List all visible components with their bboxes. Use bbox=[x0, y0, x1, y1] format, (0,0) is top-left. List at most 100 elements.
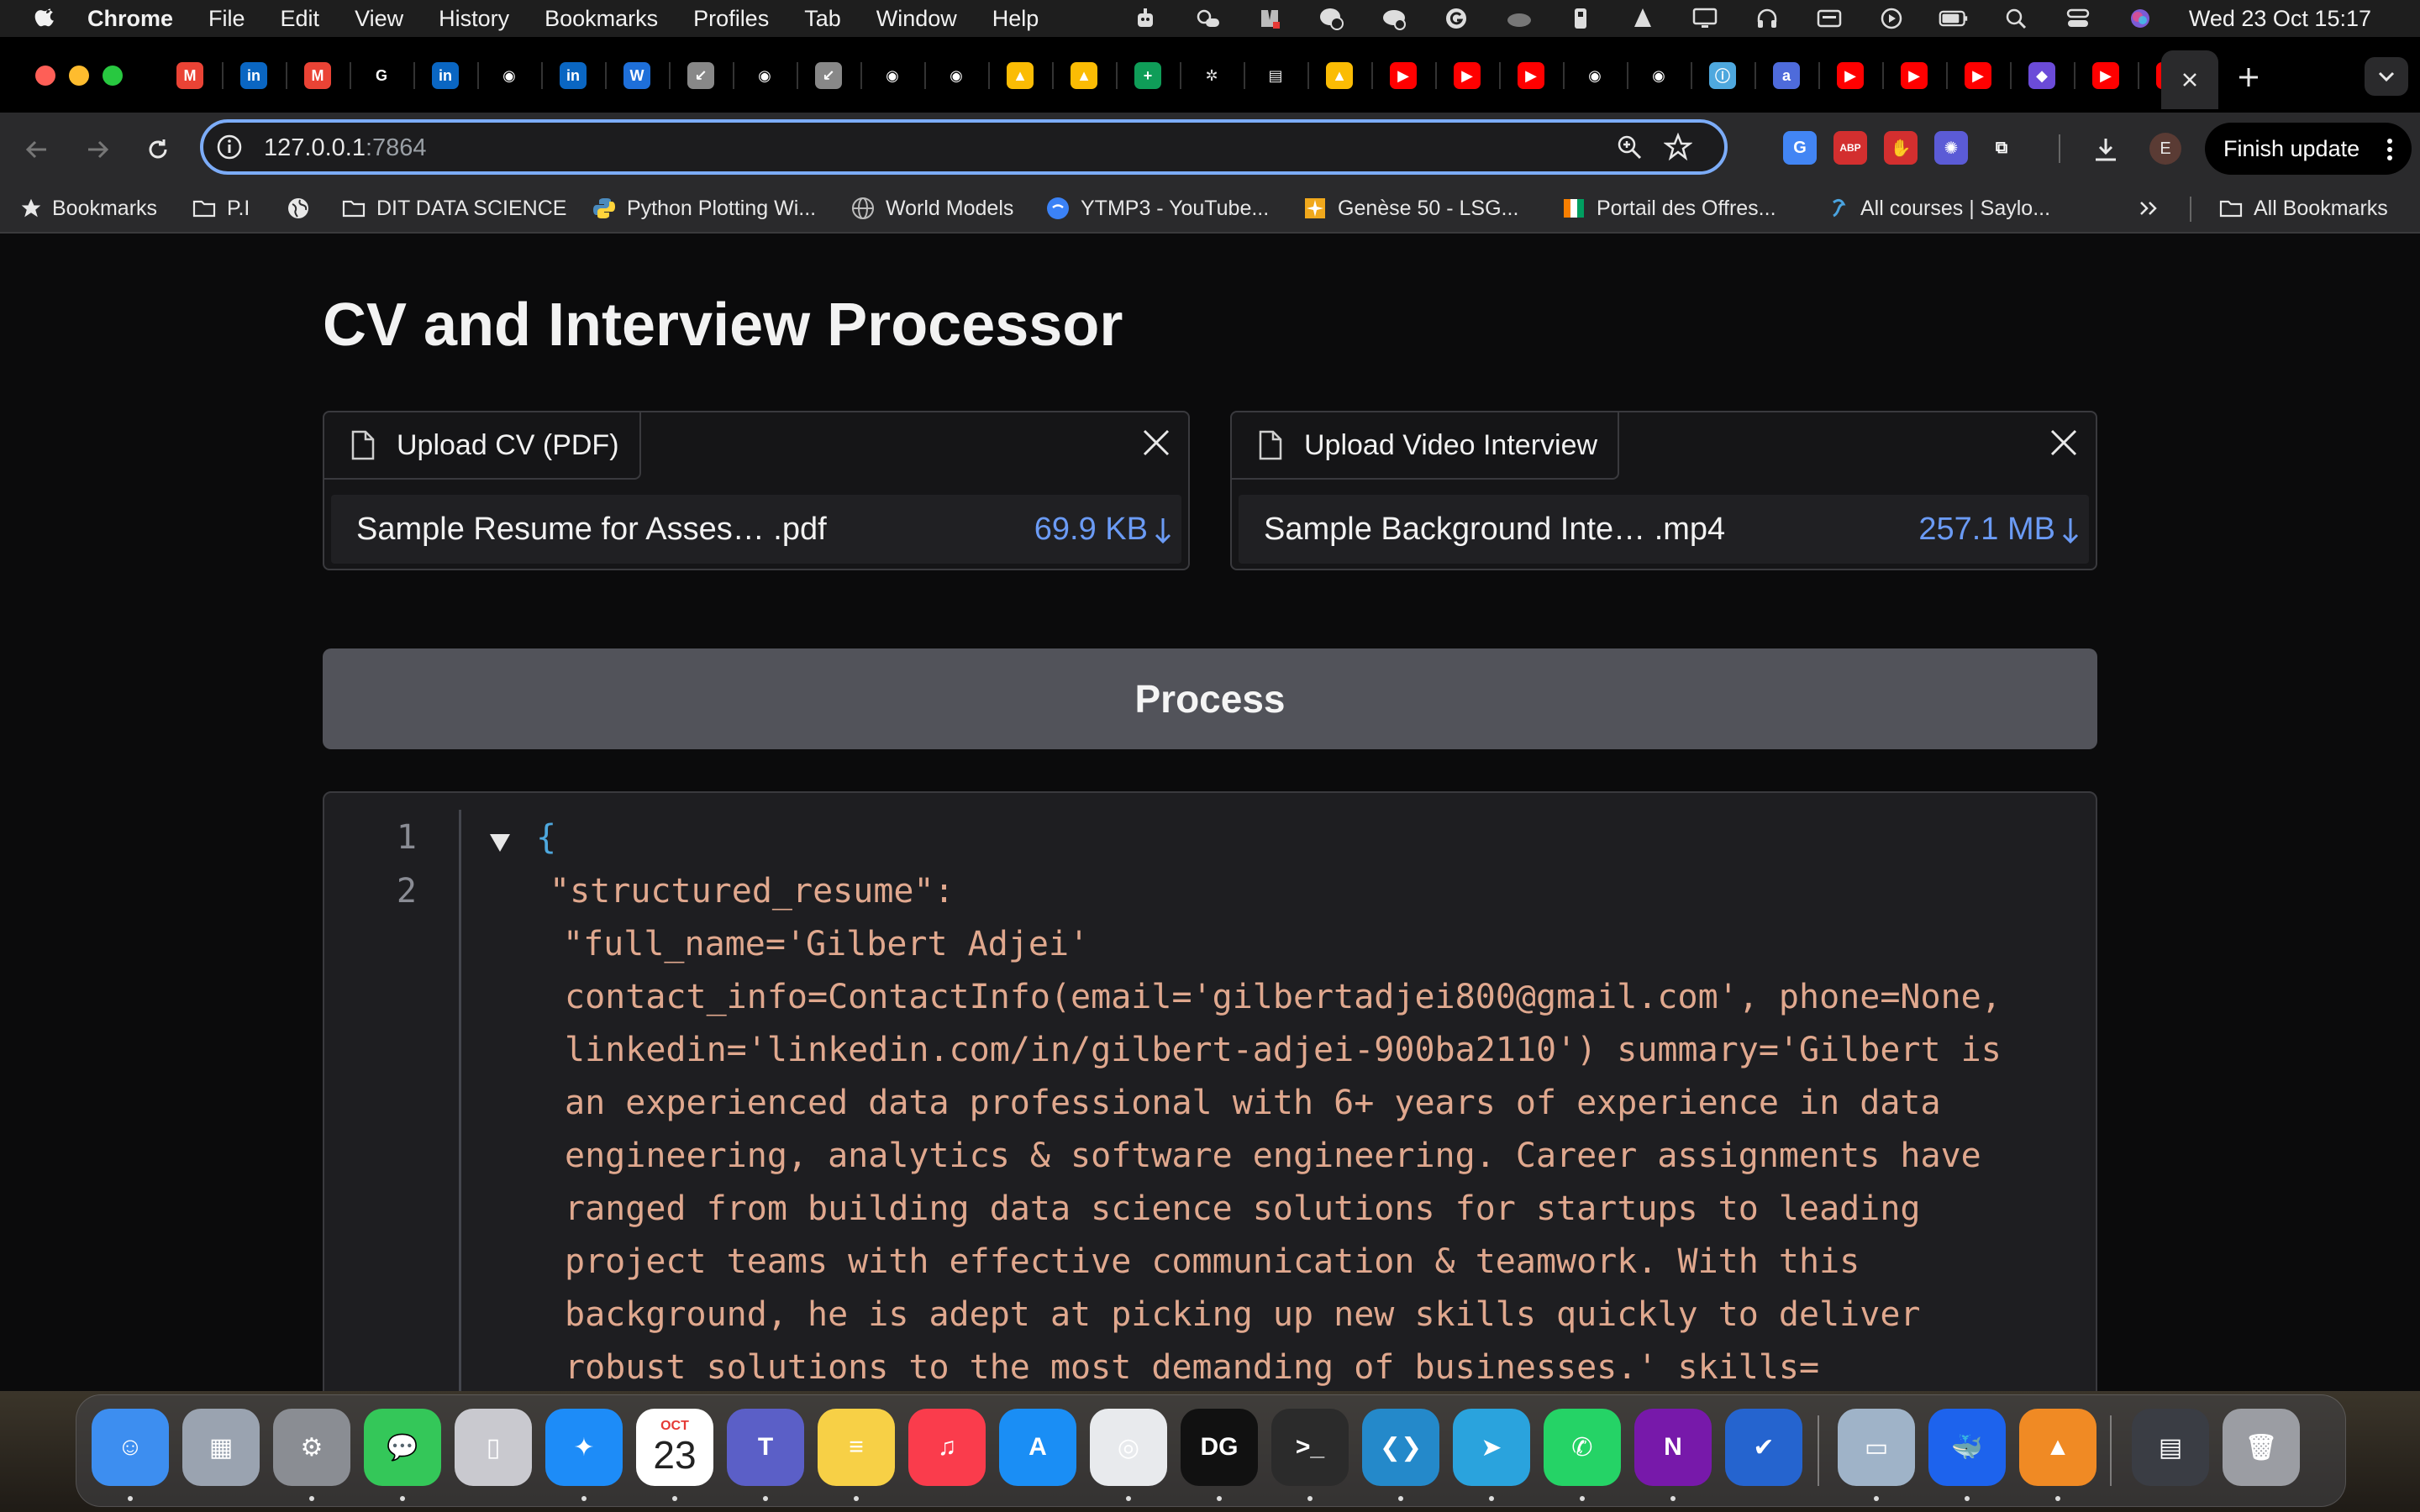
new-tab-button[interactable] bbox=[2232, 60, 2265, 94]
menu-clock[interactable]: Wed 23 Oct 15:17 bbox=[2189, 6, 2371, 32]
vscode-icon[interactable]: ❮❯ bbox=[1362, 1409, 1439, 1486]
app-store-icon[interactable]: A bbox=[999, 1409, 1076, 1486]
display-icon[interactable] bbox=[1690, 7, 1720, 30]
youtube-icon[interactable]: ▶ bbox=[1454, 62, 1481, 89]
menu-view[interactable]: View bbox=[355, 6, 403, 32]
youtube-icon[interactable]: ▶ bbox=[2092, 62, 2119, 89]
github-icon[interactable]: ◉ bbox=[1581, 62, 1608, 89]
back-button[interactable] bbox=[18, 131, 55, 168]
bookmark-world-models[interactable]: World Models bbox=[850, 195, 1013, 222]
collapse-triangle-icon[interactable] bbox=[487, 830, 513, 855]
iphone-mirroring-icon[interactable]: ▯ bbox=[455, 1409, 532, 1486]
linkedin-learning-icon[interactable]: ↙ bbox=[815, 62, 842, 89]
cv-upload-box[interactable]: Upload CV (PDF) Sample Resume for Asses…… bbox=[323, 411, 1190, 570]
menu-history[interactable]: History bbox=[439, 6, 509, 32]
address-bar[interactable]: 127.0.0.1:7864 bbox=[200, 119, 1728, 175]
usb-device-icon[interactable] bbox=[1565, 7, 1596, 30]
calendar-icon[interactable]: OCT 23 bbox=[636, 1409, 713, 1486]
bookmark-all-bookmarks[interactable]: All Bookmarks bbox=[2218, 195, 2388, 222]
info-icon[interactable]: ⓘ bbox=[1709, 62, 1736, 89]
puzzle-icon[interactable]: ⧉ bbox=[1985, 131, 2018, 165]
safari-icon[interactable]: ✦ bbox=[545, 1409, 623, 1486]
github-icon[interactable]: ◉ bbox=[1645, 62, 1672, 89]
minimize-window-button[interactable] bbox=[69, 66, 89, 86]
forward-button[interactable] bbox=[79, 131, 116, 168]
youtube-icon[interactable]: ▶ bbox=[1518, 62, 1544, 89]
bookmark-bookmarks[interactable]: Bookmarks bbox=[20, 195, 157, 222]
google-translate-icon[interactable]: G bbox=[1783, 131, 1817, 165]
grammarly-icon[interactable] bbox=[1441, 7, 1471, 30]
music-icon[interactable]: ♫ bbox=[908, 1409, 986, 1486]
document-icon[interactable]: ▤ bbox=[1262, 62, 1289, 89]
gmail-icon[interactable]: M bbox=[176, 62, 203, 89]
system-settings-icon[interactable]: ⚙ bbox=[273, 1409, 350, 1486]
github-icon[interactable]: ◉ bbox=[879, 62, 906, 89]
active-tab[interactable] bbox=[2161, 50, 2218, 109]
chat-badge-icon[interactable] bbox=[1317, 7, 1347, 30]
linkedin-icon[interactable]: in bbox=[432, 62, 459, 89]
bookmark-star-icon[interactable] bbox=[1664, 133, 1692, 161]
app-status-icon[interactable] bbox=[1255, 7, 1285, 30]
dictionary-icon[interactable]: a bbox=[1773, 62, 1800, 89]
linkedin-icon[interactable]: in bbox=[560, 62, 587, 89]
github-icon[interactable]: ◉ bbox=[751, 62, 778, 89]
maximize-window-button[interactable] bbox=[103, 66, 123, 86]
search-icon[interactable] bbox=[2001, 7, 2031, 30]
menu-chrome[interactable]: Chrome bbox=[87, 6, 173, 32]
adblock-plus-icon[interactable]: ABP bbox=[1833, 131, 1867, 165]
apple-icon[interactable] bbox=[34, 6, 59, 31]
terminal-icon[interactable]: >_ bbox=[1271, 1409, 1349, 1486]
finder-icon[interactable]: ☺ bbox=[92, 1409, 169, 1486]
bookmark-folder-pi[interactable]: P.I bbox=[192, 195, 250, 222]
wellfound-icon[interactable]: W bbox=[623, 62, 650, 89]
linkedin-icon[interactable]: in bbox=[240, 62, 267, 89]
docker-icon[interactable]: 🐳 bbox=[1928, 1409, 2006, 1486]
notes-icon[interactable]: ≡ bbox=[818, 1409, 895, 1486]
youtube-icon[interactable]: ▶ bbox=[1965, 62, 1991, 89]
menu-window[interactable]: Window bbox=[876, 6, 957, 32]
menu-edit[interactable]: Edit bbox=[281, 6, 320, 32]
video-upload-box[interactable]: Upload Video Interview Sample Background… bbox=[1230, 411, 2097, 570]
finish-update-button[interactable]: Finish update bbox=[2205, 123, 2412, 175]
process-button[interactable]: Process bbox=[323, 648, 2097, 749]
bookmark-portail[interactable]: Portail des Offres... bbox=[1561, 195, 1776, 222]
chatgpt-icon[interactable]: ✲ bbox=[1198, 62, 1225, 89]
chrome-icon[interactable]: ◎ bbox=[1090, 1409, 1167, 1486]
headphones-icon[interactable] bbox=[1752, 7, 1782, 30]
download-arrow-icon[interactable] bbox=[1153, 517, 1173, 545]
bookmark-saylor[interactable]: All courses | Saylo... bbox=[1825, 195, 2050, 222]
vlc-icon[interactable]: ▲ bbox=[2019, 1409, 2096, 1486]
preview-icon[interactable]: ▭ bbox=[1838, 1409, 1915, 1486]
url-text[interactable]: 127.0.0.1:7864 bbox=[264, 134, 427, 162]
robot-status-icon[interactable] bbox=[1130, 7, 1160, 30]
menu-bookmarks[interactable]: Bookmarks bbox=[544, 6, 658, 32]
trash-icon[interactable]: 🗑 bbox=[2223, 1409, 2300, 1486]
youtube-icon[interactable]: ▶ bbox=[1837, 62, 1864, 89]
cloud-off-icon[interactable] bbox=[1379, 7, 1409, 30]
gmail-icon[interactable]: M bbox=[304, 62, 331, 89]
bookmark-globe[interactable] bbox=[286, 195, 321, 222]
youtube-icon[interactable]: ▶ bbox=[1901, 62, 1928, 89]
battery-icon[interactable] bbox=[1939, 7, 1969, 30]
menu-help[interactable]: Help bbox=[992, 6, 1039, 32]
google-drive-icon[interactable]: ▲ bbox=[1326, 62, 1353, 89]
vlc-status-icon[interactable] bbox=[1628, 7, 1658, 30]
clear-video-button[interactable] bbox=[2040, 419, 2087, 466]
play-circle-icon[interactable] bbox=[1876, 7, 1907, 30]
tab-search-button[interactable] bbox=[2365, 57, 2408, 96]
datagrip-icon[interactable]: DG bbox=[1181, 1409, 1258, 1486]
menu-file[interactable]: File bbox=[208, 6, 245, 32]
linkedin-learning-icon[interactable]: ↙ bbox=[687, 62, 714, 89]
json-output-panel[interactable]: 1 2 { "structured_resume": "full_name='G… bbox=[323, 791, 2097, 1391]
weather-status-icon[interactable] bbox=[1192, 7, 1223, 30]
github-icon[interactable]: ◉ bbox=[496, 62, 523, 89]
bookmark-python-plotting[interactable]: Python Plotting Wi... bbox=[592, 195, 816, 222]
downloads-button[interactable] bbox=[2087, 131, 2124, 168]
messages-icon[interactable]: 💬 bbox=[364, 1409, 441, 1486]
bookmark-ytmp3[interactable]: YTMP3 - YouTube... bbox=[1045, 195, 1269, 222]
onenote-icon[interactable]: N bbox=[1634, 1409, 1712, 1486]
bookmark-folder-dit[interactable]: DIT DATA SCIENCE bbox=[341, 195, 566, 222]
google-sheets-icon[interactable]: + bbox=[1134, 62, 1161, 89]
video-file-size-link[interactable]: 257.1 MB bbox=[1918, 512, 2055, 548]
reload-button[interactable] bbox=[139, 131, 176, 168]
